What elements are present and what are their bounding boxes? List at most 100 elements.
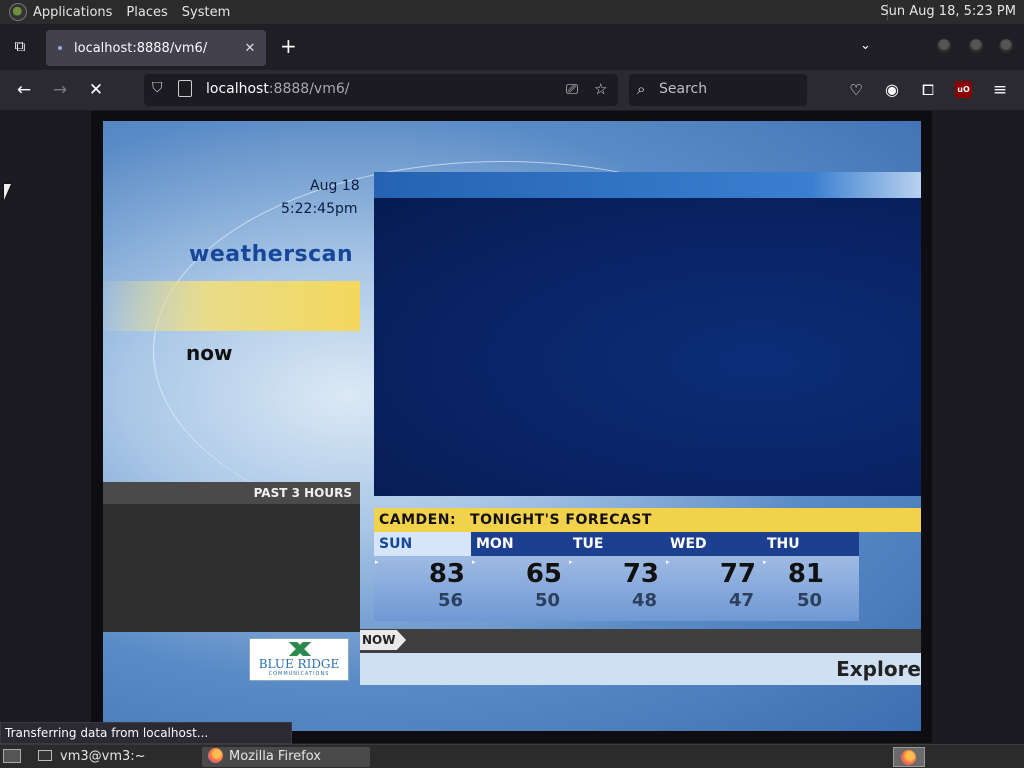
weatherscan-logo: weatherscan	[189, 242, 354, 267]
tab-overview-icon[interactable]: ⧉	[10, 37, 30, 57]
search-placeholder: Search	[659, 81, 708, 97]
ws-day-sun: SUN ▸ 83 56	[374, 532, 471, 621]
ws-hi: 77	[719, 559, 756, 589]
sponsor-sub: COMMUNICATIONS	[268, 671, 330, 677]
menu-system[interactable]: System	[182, 5, 230, 20]
ws-day-temps: ▸ 77 47	[665, 556, 762, 621]
ws-lo: 47	[728, 590, 754, 611]
ws-location: CAMDEN:	[379, 512, 457, 528]
firefox-mini-icon	[901, 750, 916, 765]
search-box[interactable]: ⌕ Search	[629, 74, 807, 106]
ws-main-panel	[374, 198, 921, 496]
window-minimize-button[interactable]	[936, 38, 952, 54]
ws-past-hours-label: PAST 3 HOURS	[103, 482, 360, 504]
ws-hi: 81	[787, 559, 824, 589]
pocket-icon[interactable]: ♡	[846, 80, 866, 100]
ws-forecast-header: CAMDEN: TONIGHT'S FORECAST	[374, 508, 921, 532]
firefox-icon	[208, 748, 223, 763]
ws-now-tag: NOW	[360, 630, 406, 650]
ws-panel-header	[374, 172, 921, 198]
blue-ridge-logo: BLUE RIDGE COMMUNICATIONS	[249, 638, 349, 681]
ws-day-thu: THU ▸ 81 50	[762, 532, 859, 621]
stop-loading-icon[interactable]: ✕	[86, 80, 106, 100]
terminal-icon	[38, 750, 52, 761]
ws-hi: 65	[525, 559, 562, 589]
ws-day-name: SUN	[374, 532, 471, 556]
show-desktop-icon[interactable]	[3, 749, 21, 763]
menu-hamburger-icon[interactable]: ≡	[990, 80, 1010, 100]
menu-places[interactable]: Places	[126, 5, 167, 20]
ws-forecast-title: TONIGHT'S FORECAST	[470, 512, 652, 528]
ws-ticker-bar	[360, 629, 921, 653]
ws-day-temps: ▸ 73 48	[568, 556, 665, 621]
window-close-button[interactable]	[998, 38, 1014, 54]
ws-lo: 56	[437, 590, 463, 611]
sponsor-name: BLUE RIDGE	[258, 657, 340, 671]
ws-day-temps: ▸ 65 50	[471, 556, 568, 621]
weatherscan-screen: Aug 18 5:22:45pm weatherscan now PAST 3 …	[103, 121, 921, 731]
ws-day-name: MON	[471, 532, 568, 556]
url-text[interactable]: localhost:8888/vm6/	[206, 81, 349, 97]
ws-left-dark-panel	[103, 504, 360, 632]
ws-forecast-days: SUN ▸ 83 56 MON ▸ 65 50 TUE ▸ 73 48 WED ▸ 77 47 …	[374, 532, 921, 621]
bookmark-star-icon[interactable]: ☆	[594, 80, 607, 98]
ws-flag-icon: ▸	[763, 558, 767, 566]
account-icon[interactable]: ◉	[882, 80, 902, 100]
ws-flag-icon: ▸	[375, 558, 379, 566]
ws-day-mon: MON ▸ 65 50	[471, 532, 568, 621]
tracking-protection-shield-icon[interactable]: ⛉	[152, 80, 163, 96]
ws-lo: 50	[534, 590, 560, 611]
mountain-icon	[260, 642, 340, 656]
url-bar[interactable]: ⛉ localhost:8888/vm6/ ⎚ ☆	[144, 74, 618, 106]
ws-lo: 50	[796, 590, 822, 611]
ws-day-tue: TUE ▸ 73 48	[568, 532, 665, 621]
ws-day-temps: ▸ 83 56	[374, 556, 471, 621]
extensions-icon[interactable]: ⧠	[918, 80, 938, 100]
top-panel: Applications Places System Sun Aug 18, 5…	[0, 0, 1024, 24]
ws-day-temps: ▸ 81 50	[762, 556, 859, 621]
ws-flag-icon: ▸	[472, 558, 476, 566]
ublock-origin-icon[interactable]: uO	[955, 81, 972, 98]
ws-hi: 73	[622, 559, 659, 589]
forward-arrow-icon[interactable]: →	[50, 80, 70, 100]
menu-applications[interactable]: Applications	[33, 5, 112, 20]
reader-view-icon[interactable]: ⎚	[566, 80, 578, 98]
workspace-switcher[interactable]	[893, 747, 925, 767]
url-host: localhost	[206, 81, 269, 97]
ws-explore-text: Explore	[836, 657, 921, 681]
ws-yellow-bar	[103, 281, 360, 331]
taskbar-item-terminal[interactable]: vm3@vm3:~	[32, 747, 146, 767]
taskbar: vm3@vm3:~ Mozilla Firefox	[0, 744, 1024, 768]
taskbar-item-firefox[interactable]: Mozilla Firefox	[202, 747, 370, 767]
window-maximize-button[interactable]	[968, 38, 984, 54]
page-info-icon[interactable]	[178, 80, 192, 97]
ws-day-name: WED	[665, 532, 762, 556]
tab-strip: ⧉ localhost:8888/vm6/ ✕ + ⌄	[0, 24, 1024, 70]
tab-close-icon[interactable]: ✕	[240, 41, 260, 56]
panel-clock[interactable]: Sun Aug 18, 5:23 PM	[880, 4, 1016, 19]
ws-flag-icon: ▸	[569, 558, 573, 566]
ws-now-label: now	[186, 341, 233, 365]
ws-flag-icon: ▸	[666, 558, 670, 566]
ws-lo: 48	[631, 590, 657, 611]
url-path: :8888/vm6/	[268, 81, 350, 97]
list-all-tabs-button[interactable]: ⌄	[860, 38, 871, 53]
status-panel: Transferring data from localhost...	[0, 722, 292, 744]
tab-title: localhost:8888/vm6/	[74, 40, 208, 56]
search-icon: ⌕	[637, 80, 646, 98]
ws-time: 5:22:45pm	[281, 201, 358, 217]
ws-date: Aug 18	[310, 178, 360, 194]
nav-bar: ← → ✕ ⛉ localhost:8888/vm6/ ⎚ ☆ ⌕ Search…	[0, 70, 1024, 110]
distro-logo-icon[interactable]	[9, 3, 27, 21]
ws-day-wed: WED ▸ 77 47	[665, 532, 762, 621]
ws-day-name: TUE	[568, 532, 665, 556]
ws-hi: 83	[428, 559, 465, 589]
mouse-cursor-icon	[4, 184, 11, 200]
new-tab-button[interactable]: +	[280, 36, 297, 56]
taskbar-item-label: Mozilla Firefox	[229, 749, 321, 764]
taskbar-item-label: vm3@vm3:~	[60, 749, 146, 764]
tab-loading-icon	[58, 46, 62, 50]
back-arrow-icon[interactable]: ←	[14, 80, 34, 100]
ws-day-name: THU	[762, 532, 859, 556]
tab-localhost[interactable]: localhost:8888/vm6/ ✕	[46, 30, 266, 66]
